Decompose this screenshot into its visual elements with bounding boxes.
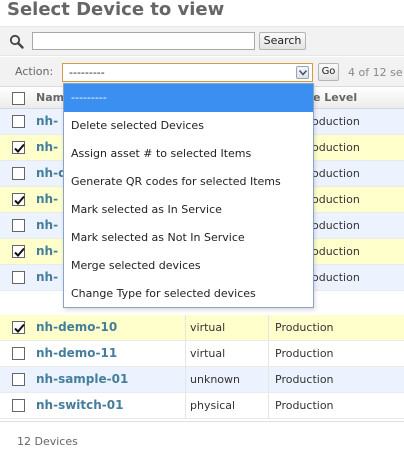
column-divider [268,315,269,341]
row-checkbox[interactable] [12,321,25,334]
device-name-link[interactable]: nh- [36,192,58,206]
action-option-blank[interactable]: --------- [64,84,313,112]
row-checkbox[interactable] [12,115,25,128]
table-footer: 12 Devices [0,421,404,463]
row-checkbox[interactable] [12,271,25,284]
action-select[interactable]: --------- [62,63,313,82]
selection-count: 4 of 12 se [348,66,403,79]
table-row[interactable]: nh-demo-10 virtual Production [0,315,404,341]
row-checkbox[interactable] [12,373,25,386]
device-name-link[interactable]: nh-demo-11 [36,346,117,360]
device-name-link[interactable]: nh- [36,218,58,232]
row-checkbox[interactable] [12,347,25,360]
device-name-link[interactable]: nh-sample-01 [36,372,128,386]
check-icon [14,195,25,205]
search-bar: Search [0,26,404,56]
column-divider [185,393,186,419]
action-option-mark-in-service[interactable]: Mark selected as In Service [64,196,313,224]
column-divider [268,367,269,393]
device-type-cell: physical [190,399,236,412]
action-option-assign-asset[interactable]: Assign asset # to selected Items [64,140,313,168]
service-level-cell: oduction [312,245,360,258]
chevron-down-icon[interactable] [296,66,309,79]
device-type-cell: virtual [190,321,226,334]
table-row[interactable]: nh-sample-01 unknown Production [0,367,404,393]
go-button[interactable]: Go [318,63,339,81]
device-type-cell: virtual [190,347,226,360]
search-input[interactable] [32,32,255,50]
service-level-cell: oduction [312,167,360,180]
search-button[interactable]: Search [259,32,306,50]
service-level-cell: Production [275,321,334,334]
select-all-checkbox[interactable] [12,92,25,105]
column-divider [185,367,186,393]
service-level-cell: oduction [312,141,360,154]
row-checkbox[interactable] [12,193,25,206]
action-option-generate-qr[interactable]: Generate QR codes for selected Items [64,168,313,196]
row-checkbox[interactable] [12,399,25,412]
device-name-link[interactable]: nh- [36,114,58,128]
column-divider [268,393,269,419]
search-icon [9,34,25,50]
action-option-merge[interactable]: Merge selected devices [64,252,313,280]
service-level-cell: Production [275,347,334,360]
column-header-name[interactable]: Nam [36,91,64,104]
row-checkbox[interactable] [12,167,25,180]
device-count: 12 Devices [17,435,78,448]
column-divider [185,341,186,367]
service-level-cell: oduction [312,193,360,206]
service-level-cell: oduction [312,271,360,284]
row-checkbox[interactable] [12,245,25,258]
column-divider [185,315,186,341]
service-level-cell: Production [275,399,334,412]
row-checkbox[interactable] [12,219,25,232]
device-name-link[interactable]: nh- [36,270,58,284]
column-divider [268,341,269,367]
page-title: Select Device to view [7,0,225,20]
action-dropdown-menu[interactable]: --------- Delete selected Devices Assign… [63,83,314,308]
action-option-delete[interactable]: Delete selected Devices [64,112,313,140]
device-name-link[interactable]: nh-demo-10 [36,320,117,334]
check-icon [14,247,25,257]
check-icon [14,143,25,153]
table-row[interactable]: nh-switch-01 physical Production [0,393,404,419]
row-checkbox[interactable] [12,141,25,154]
device-type-cell: unknown [190,373,240,386]
device-name-link[interactable]: nh- [36,244,58,258]
service-level-cell: Production [275,373,334,386]
service-level-cell: oduction [312,115,360,128]
column-header-service-level[interactable]: e Level [313,91,357,104]
table-row[interactable]: nh-demo-11 virtual Production [0,341,404,367]
action-label: Action: [15,65,54,78]
action-option-mark-not-in-service[interactable]: Mark selected as Not In Service [64,224,313,252]
action-select-value: --------- [69,66,105,79]
service-level-cell: oduction [312,219,360,232]
action-option-change-type[interactable]: Change Type for selected devices [64,280,313,308]
device-name-link[interactable]: nh-switch-01 [36,398,123,412]
check-icon [14,323,25,333]
device-name-link[interactable]: nh- [36,140,58,154]
